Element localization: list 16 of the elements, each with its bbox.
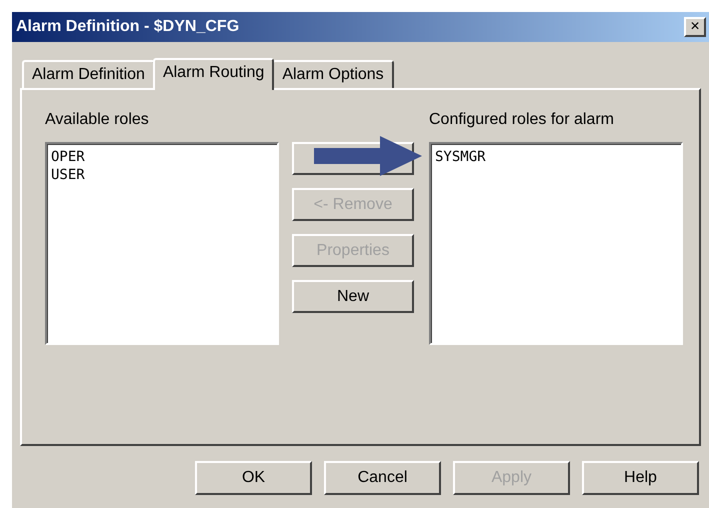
tab[interactable]: Alarm Routing <box>152 58 274 90</box>
list-item[interactable]: SYSMGR <box>435 148 677 166</box>
list-label: Configured roles for alarm <box>429 110 615 130</box>
dialog-button[interactable]: Help <box>582 461 699 495</box>
tab[interactable]: Alarm Options <box>272 60 394 88</box>
list-item[interactable]: OPER <box>51 148 273 166</box>
window-title: Alarm Definition - $DYN_CFG <box>15 17 240 37</box>
role-list[interactable]: OPER USER <box>45 142 279 345</box>
tab[interactable]: Alarm Definition <box>22 60 155 88</box>
list-item[interactable]: USER <box>51 166 273 184</box>
role-button[interactable]: New <box>292 280 414 313</box>
dialog-button[interactable]: OK <box>195 461 312 495</box>
dialog-button[interactable]: Cancel <box>324 461 441 495</box>
close-button[interactable]: × <box>684 17 706 37</box>
role-list[interactable]: SYSMGR <box>429 142 683 345</box>
list-label: Available roles <box>45 110 150 130</box>
